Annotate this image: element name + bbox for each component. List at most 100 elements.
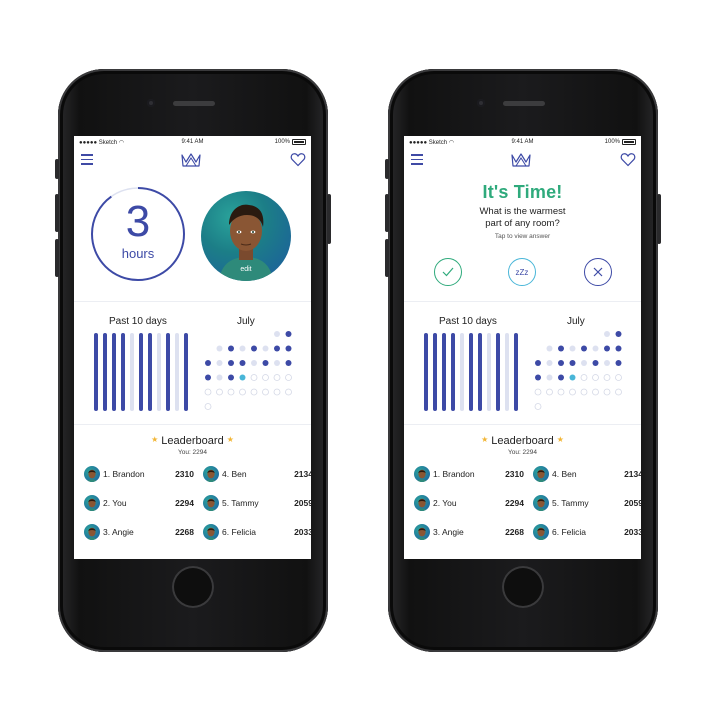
question-card[interactable]: It's Time! What is the warmest part of a… (404, 172, 641, 240)
leaderboard-entry[interactable]: 3. Angie 2268 (414, 523, 524, 541)
snooze-button[interactable]: zZz (508, 258, 536, 286)
hamburger-icon[interactable] (411, 154, 423, 165)
month-calendar-dots (534, 331, 622, 410)
calendar-day-dot (604, 345, 610, 352)
user-avatar (414, 524, 430, 540)
front-camera (147, 99, 155, 107)
past-days-bars (94, 333, 188, 411)
day-bar (121, 333, 125, 411)
stats-section: Past 10 days July (404, 302, 641, 425)
leaderboard-entry[interactable]: 3. Angie 2268 (84, 523, 194, 541)
crown-icon (181, 153, 201, 167)
check-icon (442, 267, 454, 277)
user-avatar (533, 524, 549, 540)
calendar-day-dot (581, 360, 587, 366)
calendar-day-dot (546, 345, 553, 352)
heart-icon[interactable] (620, 152, 636, 167)
user-score: 2268 (505, 527, 524, 537)
leaderboard-entry[interactable]: 4. Ben 2134 (533, 465, 641, 483)
calendar-day-dot (251, 345, 257, 352)
mute-switch (385, 159, 389, 179)
volume-down-button (385, 239, 389, 277)
leaderboard-entry[interactable]: 5. Tammy 2059 (203, 494, 311, 512)
calendar-day-dot (205, 374, 211, 381)
calendar-day-dot (546, 388, 553, 396)
calendar-day-dot (534, 403, 542, 410)
calendar-day-dot (274, 331, 280, 337)
calendar-day-dot (615, 388, 622, 396)
question-line-1: What is the warmest (479, 206, 566, 217)
leaderboard-entry[interactable]: 2. You 2294 (84, 494, 194, 512)
user-avatar (203, 524, 219, 540)
leaderboard-entry[interactable]: 1. Brandon 2310 (84, 465, 194, 483)
power-button (327, 194, 331, 244)
leaderboard-entry[interactable]: 6. Felicia 2033 (533, 523, 641, 541)
home-button[interactable] (172, 566, 214, 608)
calendar-day-dot (251, 360, 257, 366)
leaderboard-section: ★ Leaderboard ★ You: 2294 1. Brandon 2310… (74, 425, 311, 559)
question-line-2: part of any room? (485, 218, 560, 229)
calendar-day-dot (569, 345, 576, 352)
calendar-day-dot (615, 360, 622, 366)
day-bar (139, 333, 143, 411)
calendar-day-dot (603, 388, 611, 396)
timer-ring[interactable]: 3 hours (90, 186, 186, 282)
calendar-day-dot (558, 360, 564, 366)
past-days-label: Past 10 days (439, 316, 497, 327)
user-name: 2. You (433, 498, 457, 508)
correct-button[interactable] (434, 258, 462, 286)
leaderboard-title: Leaderboard (491, 435, 554, 447)
heart-icon[interactable] (290, 152, 306, 167)
calendar-day-dot (216, 388, 223, 396)
user-avatar (414, 466, 430, 482)
calendar-day-dot (592, 388, 599, 396)
leaderboard-entry[interactable]: 6. Felicia 2033 (203, 523, 311, 541)
home-button[interactable] (502, 566, 544, 608)
battery-indicator: 100% (605, 139, 636, 145)
calendar-day-dot (557, 388, 565, 396)
day-bar (94, 333, 98, 411)
leaderboard-section: ★ Leaderboard ★ You: 2294 1. Brandon 2310… (404, 425, 641, 559)
calendar-day-dot (239, 360, 246, 366)
day-bar (130, 333, 134, 411)
user-name: 3. Angie (103, 527, 134, 537)
leaderboard-title-row: ★ Leaderboard ★ (404, 435, 641, 447)
calendar-day-dot (615, 345, 622, 352)
calendar-day-dot (262, 345, 269, 352)
calendar-day-dot (580, 388, 588, 396)
user-score: 2059 (294, 498, 311, 508)
edit-avatar-link[interactable]: edit (201, 266, 291, 273)
calendar-day-dot (262, 388, 269, 396)
timer-unit: hours (121, 246, 155, 261)
month-label: July (567, 316, 585, 327)
day-bar (103, 333, 107, 411)
day-bar (166, 333, 170, 411)
calendar-day-dot (558, 374, 564, 381)
day-bar (469, 333, 473, 411)
leaderboard-entry[interactable]: 4. Ben 2134 (203, 465, 311, 483)
battery-icon (292, 139, 306, 145)
profile-avatar[interactable]: edit (201, 191, 291, 281)
star-icon: ★ (151, 435, 159, 444)
hamburger-icon[interactable] (81, 154, 93, 165)
calendar-day-dot (558, 345, 564, 352)
past-days-bars (424, 333, 518, 411)
crown-icon (511, 153, 531, 167)
user-score: 2310 (505, 469, 524, 479)
calendar-day-dot (604, 360, 610, 366)
timer-value: 3 (125, 197, 151, 246)
leaderboard-entry[interactable]: 1. Brandon 2310 (414, 465, 524, 483)
user-score: 2268 (175, 527, 194, 537)
day-bar (496, 333, 500, 411)
close-icon (593, 267, 603, 277)
wrong-button[interactable] (584, 258, 612, 286)
star-icon: ★ (481, 435, 489, 444)
past-days-label: Past 10 days (109, 316, 167, 327)
leaderboard-entry[interactable]: 5. Tammy 2059 (533, 494, 641, 512)
mute-switch (55, 159, 59, 179)
calendar-day-dot (615, 374, 622, 381)
calendar-day-dot (273, 388, 281, 396)
leaderboard-entry[interactable]: 2. You 2294 (414, 494, 524, 512)
user-name: 2. You (103, 498, 127, 508)
calendar-day-dot (592, 360, 599, 366)
